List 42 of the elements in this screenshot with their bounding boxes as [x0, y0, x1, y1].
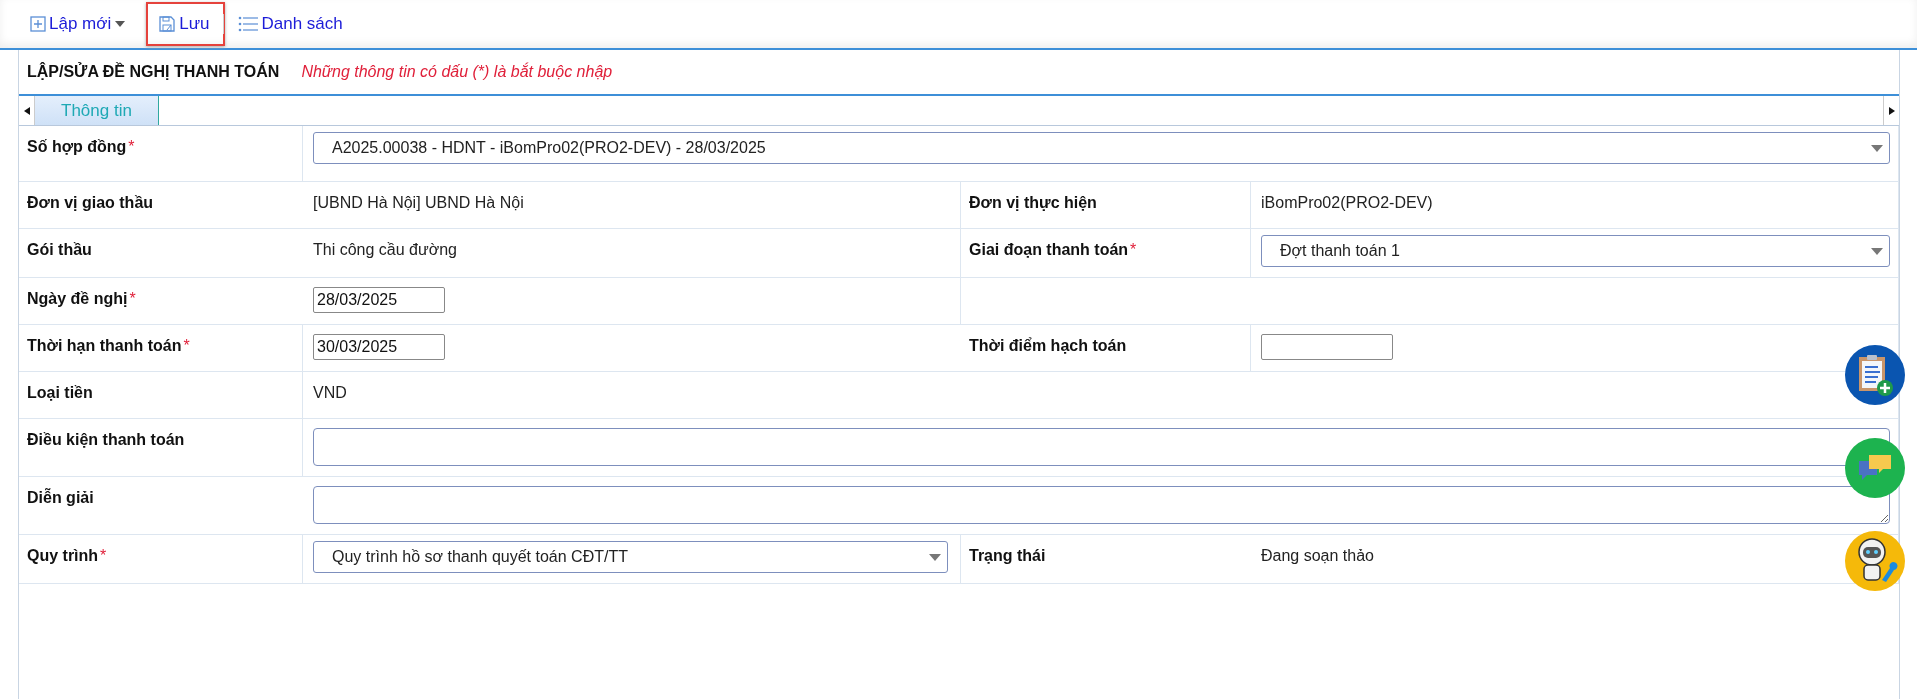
field-label: Quy trình* [27, 547, 107, 564]
plus-box-icon [30, 16, 46, 32]
date-field[interactable]: 30/03/2025 [313, 334, 445, 360]
chat-bubbles-icon [1857, 453, 1893, 483]
field-label: Loại tiền [27, 384, 93, 401]
dropdown[interactable]: A2025.00038 - HDNT - iBomPro02(PRO2-DEV) - 28/03/2025 [313, 132, 1890, 164]
field-label: Thời hạn thanh toán* [27, 337, 190, 354]
add-document-button[interactable] [1845, 345, 1905, 405]
field-label: Số hợp đồng* [27, 138, 135, 155]
field-label: Gói thầu [27, 241, 92, 258]
new-button[interactable]: Lập mới [22, 4, 139, 44]
robot-support-button[interactable] [1845, 531, 1905, 591]
field-label: Đơn vị thực hiện [969, 194, 1097, 211]
field-value: Thi công cầu đường [313, 241, 457, 258]
field-label: Đơn vị giao thầu [27, 194, 154, 211]
caret-icon [114, 20, 127, 28]
dropdown[interactable]: Đợt thanh toán 1 [1261, 235, 1890, 267]
required-note: Những thông tin có dấu (*) là bắt buộc nhập [301, 63, 613, 81]
caret-icon [1871, 247, 1883, 255]
text-area[interactable] [313, 428, 1890, 466]
list-icon [238, 16, 259, 32]
field-value: Đang soạn thảo [1261, 547, 1374, 564]
caret-icon [929, 553, 941, 561]
right-arrow-icon [1888, 106, 1895, 115]
text-area[interactable] [313, 486, 1890, 524]
field-label: Diễn giải [27, 489, 94, 506]
left-arrow-icon [23, 106, 30, 115]
dropdown[interactable]: Quy trình hồ sơ thanh quyết toán CĐT/TT [313, 541, 948, 573]
field-label: Ngày đề nghị* [27, 290, 136, 307]
list-button[interactable]: Danh sách [230, 4, 355, 44]
date-field[interactable] [1261, 334, 1393, 360]
field-label: Thời điểm hạch toán [969, 337, 1127, 354]
field-label: Giai đoạn thanh toán* [969, 241, 1137, 258]
date-field[interactable]: 28/03/2025 [313, 287, 445, 313]
save-button[interactable]: Lưu [146, 2, 226, 46]
field-value: VND [313, 384, 347, 401]
field-label: Trạng thái [969, 547, 1046, 564]
field-value: iBomPro02(PRO2-DEV) [1261, 194, 1433, 211]
caret-icon [1871, 144, 1883, 152]
form-title: LẬP/SỬA ĐỀ NGHỊ THANH TOÁN [27, 63, 280, 81]
field-value: [UBND Hà Nội] UBND Hà Nội [313, 194, 524, 211]
field-label: Điều kiện thanh toán [27, 431, 185, 448]
